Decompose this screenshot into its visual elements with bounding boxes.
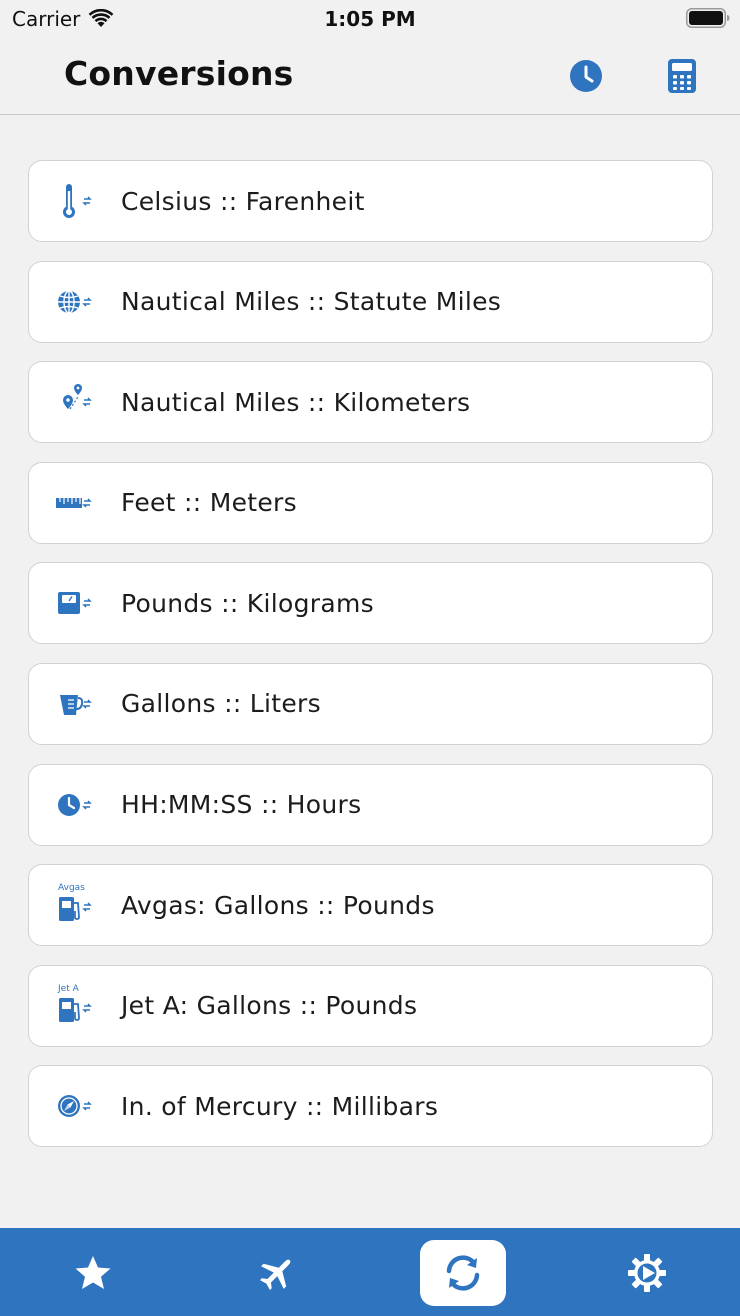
conversion-label: Pounds :: Kilograms <box>121 588 374 618</box>
conversion-label: Gallons :: Liters <box>121 689 321 719</box>
conversion-row-mercury-millibars[interactable]: In. of Mercury :: Millibars <box>28 1065 713 1148</box>
conversion-label: Nautical Miles :: Kilometers <box>121 387 471 417</box>
status-bar: Carrier 1:05 PM <box>0 0 740 40</box>
conversion-row-celsius-farenheit[interactable]: Celsius :: Farenheit <box>28 160 713 242</box>
scale-icon <box>55 563 99 643</box>
conversion-row-nautical-statute[interactable]: Nautical Miles :: Statute Miles <box>28 260 713 343</box>
sync-arrows-icon <box>446 1255 480 1291</box>
calculator-button[interactable] <box>662 56 702 96</box>
fuel-pump-icon: Jet A <box>55 966 99 1046</box>
clock-icon <box>570 60 602 92</box>
conversion-row-hhmmss-hours[interactable]: HH:MM:SS :: Hours <box>28 763 713 846</box>
conversion-row-feet-meters[interactable]: Feet :: Meters <box>28 461 713 544</box>
gear-icon <box>628 1254 666 1292</box>
conversion-label: Feet :: Meters <box>121 488 297 518</box>
conversion-label: Celsius :: Farenheit <box>121 186 365 216</box>
route-pins-icon <box>55 362 99 442</box>
navigation-bar: Conversions <box>0 40 740 115</box>
tab-favorites[interactable] <box>50 1240 136 1306</box>
conversion-row-jet-a[interactable]: Jet A Jet A: Gallons :: Pounds <box>28 964 713 1047</box>
measuring-cup-icon <box>55 664 99 744</box>
airplane-icon <box>260 1259 291 1290</box>
status-time: 1:05 PM <box>324 7 416 31</box>
conversion-row-nautical-kilometers[interactable]: Nautical Miles :: Kilometers <box>28 361 713 444</box>
battery-icon <box>686 8 730 28</box>
icon-caption: Avgas <box>58 883 85 893</box>
conversion-row-pounds-kilograms[interactable]: Pounds :: Kilograms <box>28 562 713 645</box>
tab-conversions[interactable] <box>420 1240 506 1306</box>
globe-icon <box>55 262 99 342</box>
tab-bar <box>0 1228 740 1316</box>
compass-gauge-icon <box>55 1066 99 1146</box>
conversion-label: In. of Mercury :: Millibars <box>121 1091 439 1121</box>
conversions-list: Celsius :: Farenheit Nautical Miles :: S… <box>28 160 713 1166</box>
conversion-label: Nautical Miles :: Statute Miles <box>121 287 502 317</box>
thermometer-icon <box>55 161 99 241</box>
calculator-icon <box>668 59 696 93</box>
tab-settings[interactable] <box>604 1240 690 1306</box>
clock-icon <box>55 765 99 845</box>
icon-caption: Jet A <box>57 984 80 994</box>
conversion-row-gallons-liters[interactable]: Gallons :: Liters <box>28 662 713 745</box>
conversion-label: Avgas: Gallons :: Pounds <box>121 890 435 920</box>
conversion-label: HH:MM:SS :: Hours <box>121 790 362 820</box>
page-title: Conversions <box>64 54 294 93</box>
conversion-label: Jet A: Gallons :: Pounds <box>121 991 418 1021</box>
tab-flight[interactable] <box>234 1240 320 1306</box>
star-icon <box>75 1256 111 1289</box>
conversion-row-avgas[interactable]: Avgas Avgas: Gallons :: Pounds <box>28 864 713 947</box>
ruler-icon <box>55 463 99 543</box>
fuel-pump-icon: Avgas <box>55 865 99 945</box>
history-button[interactable] <box>566 56 606 96</box>
